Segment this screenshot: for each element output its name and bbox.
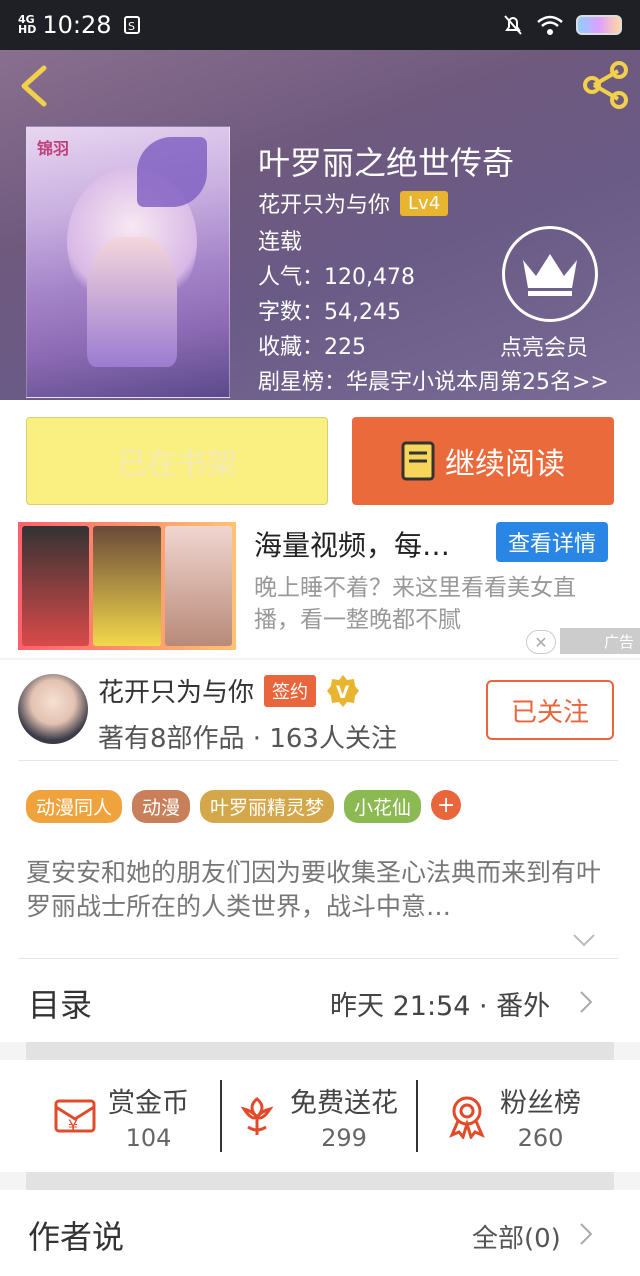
tag-item[interactable]: 动漫 [132,790,191,823]
svg-text:¥: ¥ [68,1116,78,1135]
share-icon[interactable] [580,60,630,110]
author-says-label: 作者说 [28,1218,125,1256]
network-sub: HD [18,23,37,36]
crown-icon [523,254,577,296]
divider [416,1080,418,1152]
chevron-down-icon[interactable] [572,932,596,948]
battery-icon [576,15,622,35]
toc-label: 目录 [28,986,93,1024]
ad-tag: 广告 [560,628,640,654]
synopsis[interactable]: 夏安安和她的朋友们因为要收集圣心法典而来到有叶罗丽战士所在的人类世界，战斗中意… [26,856,616,924]
sim-icon: S [123,16,140,34]
book-popularity: 人气：120,478 [258,265,415,290]
chevron-right-icon [580,991,593,1013]
add-tag-icon[interactable]: + [431,790,462,820]
ad-photo-2 [93,526,161,646]
clock: 10:28 [42,11,112,39]
flower-icon [240,1097,274,1135]
ad-photo-3 [164,526,232,646]
action-name: 粉丝榜 [500,1087,581,1119]
cover-brand: 锦羽 [37,139,70,158]
ad-description[interactable]: 晚上睡不着？来这里看看美女直播，看一整晚都不腻 [254,572,614,636]
close-icon[interactable]: ✕ [526,630,556,654]
book-author[interactable]: 花开只为与你 [258,187,390,219]
divider [18,958,618,959]
tag-list: 动漫同人 动漫 叶罗丽精灵梦 小花仙 + [26,790,462,823]
tag-item[interactable]: 小花仙 [344,790,422,823]
back-icon[interactable] [14,64,54,108]
wifi-icon [537,15,563,35]
mute-icon [504,15,522,35]
action-count: 299 [321,1123,367,1152]
continue-reading-label: 继续阅读 [445,447,565,482]
book-ranking-link[interactable]: 剧星榜：华晨宇小说本周第25名>> [258,364,609,396]
latest-update: 昨天 21:54 · 番外 [330,991,551,1022]
free-flower-button[interactable]: 免费送花 299 [234,1060,398,1172]
author-name-row: 花开只为与你 签约 V [98,672,360,709]
ad-title[interactable]: 海量视频，每… [254,524,450,564]
author-stats: 著有8部作品 · 163人关注 [98,724,397,754]
book-icon [401,441,435,481]
svg-text:V: V [336,683,350,703]
section-divider [26,1172,614,1190]
level-badge: Lv4 [400,190,449,216]
book-status: 连载 [258,230,303,255]
action-count: 104 [125,1123,172,1152]
reward-coin-icon: ¥ [54,1099,96,1135]
author-says-all[interactable]: 全部(0) [472,1218,561,1255]
book-word-count: 字数：54,245 [258,300,401,325]
fan-rank-button[interactable]: 粉丝榜 260 [444,1060,581,1172]
vip-button[interactable] [502,226,598,322]
network-indicator: 4G HD [18,14,37,36]
support-actions: ¥ 赏金币 104 免费送花 299 粉丝榜 260 [0,1060,640,1172]
book-header: 锦羽 叶罗丽之绝世传奇 花开只为与你 Lv4 连载 人气：120,478 字数：… [0,50,640,400]
verified-icon: V [327,674,360,707]
follow-button[interactable]: 已关注 [486,680,614,740]
book-cover[interactable]: 锦羽 [26,126,230,398]
reward-coin-button[interactable]: ¥ 赏金币 104 [52,1060,189,1172]
cover-art-figure [87,237,177,367]
action-name: 免费送花 [290,1087,398,1119]
status-bar: 4G HD 10:28 S [0,0,640,50]
svg-text:S: S [128,20,135,33]
action-name: 赏金币 [108,1087,189,1119]
ad-photo-1 [22,526,90,646]
on-shelf-label: 已在书架 [117,447,237,482]
cover-art-butterfly [137,137,207,207]
action-count: 260 [517,1123,564,1152]
book-author-row: 花开只为与你 Lv4 [258,187,449,219]
signed-badge: 签约 [264,674,317,707]
on-shelf-button[interactable]: 已在书架 [26,417,328,505]
tag-item[interactable]: 动漫同人 [26,790,123,823]
author-says-row[interactable]: 作者说 全部(0) [0,1190,640,1276]
ad-detail-button[interactable]: 查看详情 [496,522,608,562]
table-of-contents-row[interactable]: 目录 昨天 21:54 · 番外 [0,962,640,1042]
tag-item[interactable]: 叶罗丽精灵梦 [200,790,335,823]
fan-rank-icon [449,1096,485,1139]
section-divider [26,1042,614,1060]
ad-banner[interactable]: 海量视频，每… 查看详情 晚上睡不着？来这里看看美女直播，看一整晚都不腻 ✕ 广… [0,520,640,658]
ad-image[interactable] [18,522,236,650]
avatar[interactable] [18,674,88,744]
divider [18,760,618,761]
divider [220,1080,222,1152]
chevron-right-icon [580,1223,593,1245]
book-title: 叶罗丽之绝世传奇 [258,144,515,182]
vip-label[interactable]: 点亮会员 [500,330,588,362]
continue-reading-button[interactable]: 继续阅读 [352,417,614,505]
primary-actions: 已在书架 继续阅读 [0,400,640,520]
author-name[interactable]: 花开只为与你 [98,672,254,709]
book-favorites: 收藏：225 [258,335,366,360]
